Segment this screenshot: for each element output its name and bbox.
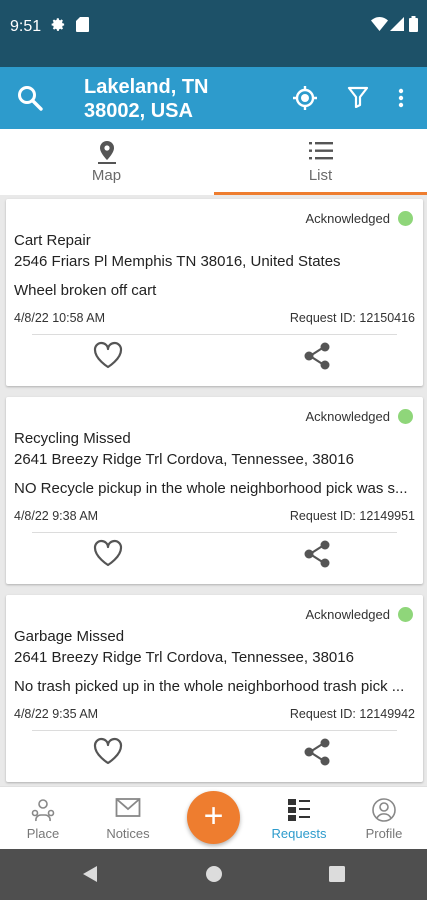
nav-place[interactable]: Place [5,787,81,849]
status-label: Acknowledged [305,607,390,622]
share-icon[interactable] [302,737,332,772]
system-nav-bar [0,849,427,900]
request-id: Request ID: 12149951 [289,509,415,523]
list-icon [308,140,333,167]
view-tabs: Map List [0,129,427,195]
divider [32,334,397,335]
request-category: Recycling Missed [14,430,131,447]
request-date: 4/8/22 10:58 AM [14,311,106,325]
nav-requests-label: Requests [271,826,327,841]
settings-icon [51,17,66,37]
my-location-icon[interactable] [292,85,318,116]
request-description: No trash picked up in the whole neighbor… [14,678,405,695]
divider [32,730,397,731]
tab-list[interactable]: List [214,129,427,195]
request-description: NO Recycle pickup in the whole neighborh… [14,480,408,497]
tab-list-label: List [308,167,333,184]
search-icon[interactable] [17,85,43,116]
nav-profile[interactable]: Profile [346,787,422,849]
status-bar: 9:51 [0,0,427,67]
request-address: 2641 Breezy Ridge Trl Cordova, Tennessee… [14,451,354,468]
signal-icon [390,17,404,36]
more-vert-icon[interactable] [397,88,405,113]
nav-requests[interactable]: Requests [261,787,337,849]
request-address: 2546 Friars Pl Memphis TN 38016, United … [14,253,341,270]
request-id: Request ID: 12149942 [289,707,415,721]
mail-icon [115,797,141,824]
heart-icon[interactable] [92,736,124,771]
status-label: Acknowledged [305,409,390,424]
nav-profile-label: Profile [365,826,403,841]
status-dot [398,409,413,424]
heart-icon[interactable] [92,538,124,573]
wifi-icon [371,17,388,36]
request-category: Cart Repair [14,232,91,249]
request-description: Wheel broken off cart [14,282,157,299]
app-bar: Lakeland, TN 38002, USA [0,67,427,129]
request-category: Garbage Missed [14,628,125,645]
sd-card-icon [76,17,89,37]
request-card[interactable]: Acknowledged Garbage Missed 2641 Breezy … [6,595,423,782]
nav-notices[interactable]: Notices [90,787,166,849]
home-icon[interactable] [205,865,223,888]
heart-icon[interactable] [92,340,124,375]
divider [32,532,397,533]
add-request-button[interactable]: + [187,791,240,844]
recents-icon[interactable] [329,866,345,887]
battery-icon [409,16,418,37]
profile-icon [371,797,397,828]
share-icon[interactable] [302,539,332,574]
status-label: Acknowledged [305,211,390,226]
status-time: 9:51 [10,18,42,35]
place-icon [30,797,56,828]
status-dot [398,607,413,622]
nav-place-label: Place [26,826,60,841]
location-title-line1: Lakeland, TN [84,76,209,98]
status-dot [398,211,413,226]
filter-icon[interactable] [347,86,369,113]
request-address: 2641 Breezy Ridge Trl Cordova, Tennessee… [14,649,354,666]
tab-map-label: Map [91,167,122,184]
tab-map[interactable]: Map [0,129,213,195]
request-card[interactable]: Acknowledged Cart Repair 2546 Friars Pl … [6,199,423,386]
requests-icon [286,797,312,828]
request-date: 4/8/22 9:38 AM [14,509,99,523]
request-date: 4/8/22 9:35 AM [14,707,99,721]
request-card[interactable]: Acknowledged Recycling Missed 2641 Breez… [6,397,423,584]
nav-notices-label: Notices [106,826,150,841]
location-title[interactable]: Lakeland, TN 38002, USA [84,75,208,123]
request-id: Request ID: 12150416 [289,311,415,325]
back-icon[interactable] [81,865,99,888]
location-title-line2: 38002, USA [84,100,193,122]
share-icon[interactable] [302,341,332,376]
